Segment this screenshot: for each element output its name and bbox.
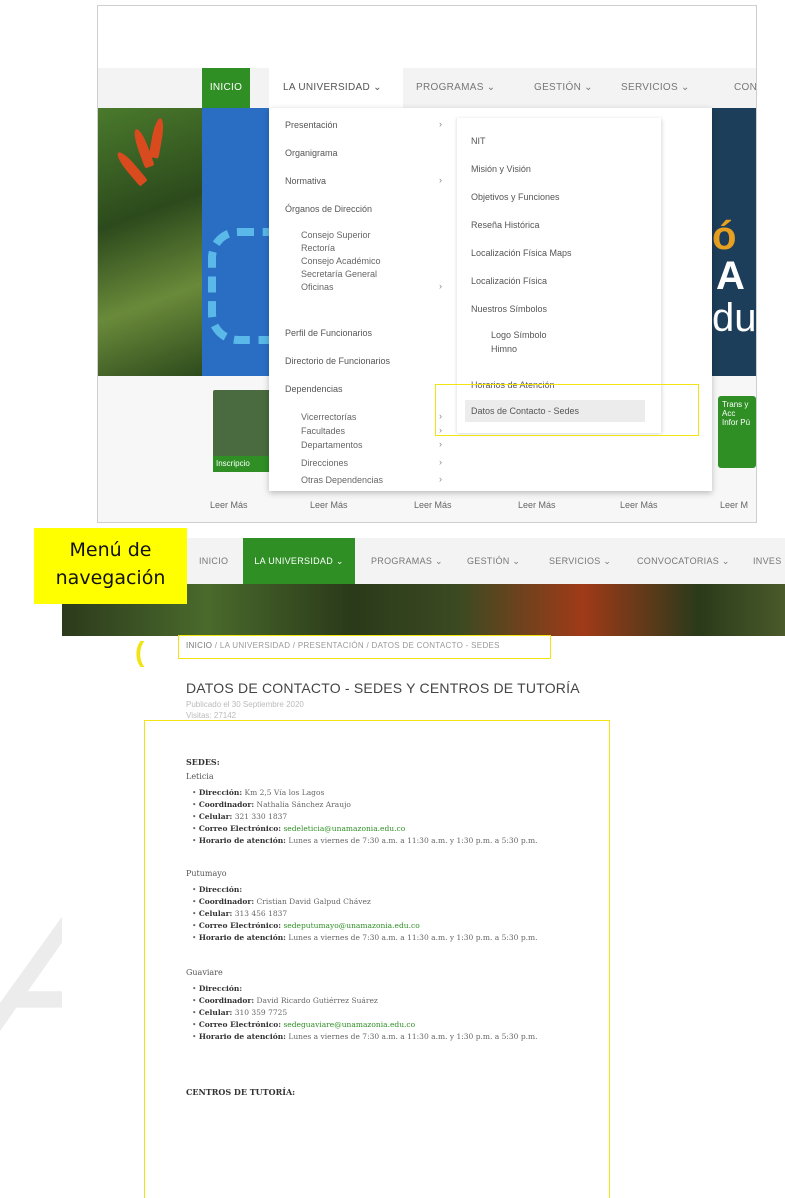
- menu-item-organos[interactable]: Órganos de Dirección: [285, 204, 372, 214]
- submenu-item[interactable]: Consejo Académico: [301, 256, 381, 266]
- menu-item-normativa[interactable]: Normativa: [285, 176, 326, 186]
- nav-convocatorias[interactable]: CONVOCATORIAS ⌄: [637, 538, 730, 584]
- nav-programas[interactable]: PROGRAMAS ⌄: [371, 538, 443, 584]
- menu-item-perfil[interactable]: Perfil de Funcionarios: [285, 328, 372, 338]
- submenu-item[interactable]: Vicerrectorías: [301, 412, 356, 422]
- submenu-localizacion-maps[interactable]: Localización Física Maps: [471, 248, 572, 258]
- submenu-item[interactable]: Departamentos: [301, 440, 363, 450]
- leer-mas-link[interactable]: Leer Más: [518, 500, 556, 510]
- sede-field: • Celular: 310 359 7725: [192, 1008, 288, 1017]
- chevron-right-icon: ›: [439, 281, 442, 291]
- callout-line-2: navegación: [55, 567, 166, 589]
- section-centros-title: CENTROS DE TUTORÍA:: [186, 1087, 296, 1097]
- menu-item-directorio[interactable]: Directorio de Funcionarios: [285, 356, 390, 366]
- published-date: Publicado el 30 Septiembre 2020: [186, 700, 304, 709]
- chevron-right-icon: ›: [439, 474, 442, 484]
- email-link[interactable]: sedeputumayo@unamazonia.edu.co: [283, 921, 419, 930]
- submenu-simbolos[interactable]: Nuestros Símbolos: [471, 304, 547, 314]
- submenu-item[interactable]: Secretaría General: [301, 269, 377, 279]
- section-sedes-title: SEDES:: [186, 757, 220, 767]
- chevron-right-icon: ›: [439, 175, 442, 185]
- nav-la-universidad[interactable]: LA UNIVERSIDAD ⌄: [243, 538, 355, 584]
- card-inscripcion[interactable]: Inscripcio: [213, 456, 271, 472]
- sede-field: • Correo Electrónico: sedeleticia@unamaz…: [192, 824, 406, 833]
- nav-inicio[interactable]: INICIO: [199, 538, 228, 584]
- sede-field: • Coordinador: Nathalia Sánchez Araujo: [192, 800, 351, 809]
- breadcrumb-home[interactable]: INICIO: [186, 641, 212, 650]
- submenu-mision[interactable]: Misión y Visión: [471, 164, 531, 174]
- email-link[interactable]: sedeguaviare@unamazonia.edu.co: [283, 1020, 415, 1029]
- sede-city: Putumayo: [186, 869, 227, 878]
- callout-label: Menú de navegación: [34, 528, 187, 604]
- submenu-resena[interactable]: Reseña Histórica: [471, 220, 540, 230]
- leer-mas-link[interactable]: Leer Más: [620, 500, 658, 510]
- breadcrumb-path[interactable]: / LA UNIVERSIDAD / PRESENTACIÓN / DATOS …: [215, 641, 500, 650]
- nav-la-universidad[interactable]: LA UNIVERSIDAD ⌄: [269, 68, 403, 108]
- email-link[interactable]: sedeleticia@unamazonia.edu.co: [283, 824, 405, 833]
- main-nav: INICIO LA UNIVERSIDAD ⌄ PROGRAMAS ⌄ GEST…: [98, 68, 756, 109]
- nav-gestion[interactable]: GESTIÓN ⌄: [534, 68, 593, 108]
- submenu-item[interactable]: Otras Dependencias: [301, 475, 383, 485]
- nav-investigacion[interactable]: INVES: [753, 538, 782, 584]
- sede-field: • Dirección: Km 2,5 Vía los Lagos: [192, 788, 325, 797]
- menu-item-presentacion[interactable]: Presentación: [285, 120, 338, 130]
- chevron-right-icon: ›: [439, 119, 442, 129]
- submenu-nit[interactable]: NIT: [471, 136, 486, 146]
- nav-programas[interactable]: PROGRAMAS ⌄: [416, 68, 495, 108]
- leer-mas-link[interactable]: Leer Más: [414, 500, 452, 510]
- hero-text-a: ó: [712, 214, 737, 258]
- nav-gestion[interactable]: GESTIÓN ⌄: [467, 538, 520, 584]
- nav-servicios[interactable]: SERVICIOS ⌄: [621, 68, 690, 108]
- sede-city: Leticia: [186, 772, 214, 781]
- submenu-item[interactable]: Direcciones: [301, 458, 348, 468]
- leer-mas-link[interactable]: Leer Más: [310, 500, 348, 510]
- chevron-right-icon: ›: [439, 457, 442, 467]
- page-title: DATOS DE CONTACTO - SEDES Y CENTROS DE T…: [186, 680, 580, 696]
- leer-mas-link[interactable]: Leer M: [720, 500, 748, 510]
- sede-field: • Horario de atención: Lunes a viernes d…: [192, 836, 538, 845]
- submenu-item[interactable]: Rectoría: [301, 243, 335, 253]
- breadcrumb: INICIO / LA UNIVERSIDAD / PRESENTACIÓN /…: [186, 641, 500, 650]
- highlight-box: [435, 384, 699, 436]
- dropdown-column-1: Presentación › Organigrama Normativa › Ó…: [269, 108, 453, 491]
- chevron-right-icon: ›: [439, 439, 442, 449]
- submenu-item[interactable]: Oficinas: [301, 282, 334, 292]
- callout-line-1: Menú de: [69, 539, 152, 561]
- submenu-item[interactable]: Consejo Superior: [301, 230, 371, 240]
- menu-screenshot: INICIO LA UNIVERSIDAD ⌄ PROGRAMAS ⌄ GEST…: [97, 5, 757, 523]
- submenu-objetivos[interactable]: Objetivos y Funciones: [471, 192, 560, 202]
- sede-field: • Horario de atención: Lunes a viernes d…: [192, 1032, 538, 1041]
- submenu-localizacion[interactable]: Localización Física: [471, 276, 547, 286]
- sede-city: Guaviare: [186, 968, 223, 977]
- visit-count: Visitas: 27142: [186, 711, 237, 720]
- sede-field: • Correo Electrónico: sedeguaviare@unama…: [192, 1020, 416, 1029]
- card-transparencia[interactable]: Trans y Acc Infor Pú: [718, 396, 756, 468]
- sede-field: • Celular: 321 330 1837: [192, 812, 288, 821]
- sede-field: • Celular: 313 456 1837: [192, 909, 288, 918]
- submenu-himno[interactable]: Himno: [491, 344, 517, 354]
- hero-text-b: A: [716, 254, 745, 298]
- sede-field: • Correo Electrónico: sedeputumayo@unama…: [192, 921, 420, 930]
- sede-field: • Dirección:: [192, 885, 243, 894]
- menu-item-dependencias[interactable]: Dependencias: [285, 384, 343, 394]
- submenu-logo[interactable]: Logo Símbolo: [491, 330, 547, 340]
- sede-field: • Coordinador: David Ricardo Gutiérrez S…: [192, 996, 378, 1005]
- nav-more[interactable]: CON: [734, 68, 756, 108]
- leer-mas-link[interactable]: Leer Más: [210, 500, 248, 510]
- sede-field: • Horario de atención: Lunes a viernes d…: [192, 933, 538, 942]
- main-nav-bottom: INICIO LA UNIVERSIDAD ⌄ PROGRAMAS ⌄ GEST…: [187, 538, 785, 584]
- submenu-item[interactable]: Facultades: [301, 426, 345, 436]
- nav-servicios[interactable]: SERVICIOS ⌄: [549, 538, 611, 584]
- curved-arrow-icon: (: [135, 636, 145, 667]
- hero-text-c: du.: [712, 296, 757, 340]
- sede-field: • Coordinador: Cristian David Galpud Chá…: [192, 897, 371, 906]
- sede-field: • Dirección:: [192, 984, 243, 993]
- menu-item-organigrama[interactable]: Organigrama: [285, 148, 338, 158]
- nav-inicio[interactable]: INICIO: [202, 68, 250, 108]
